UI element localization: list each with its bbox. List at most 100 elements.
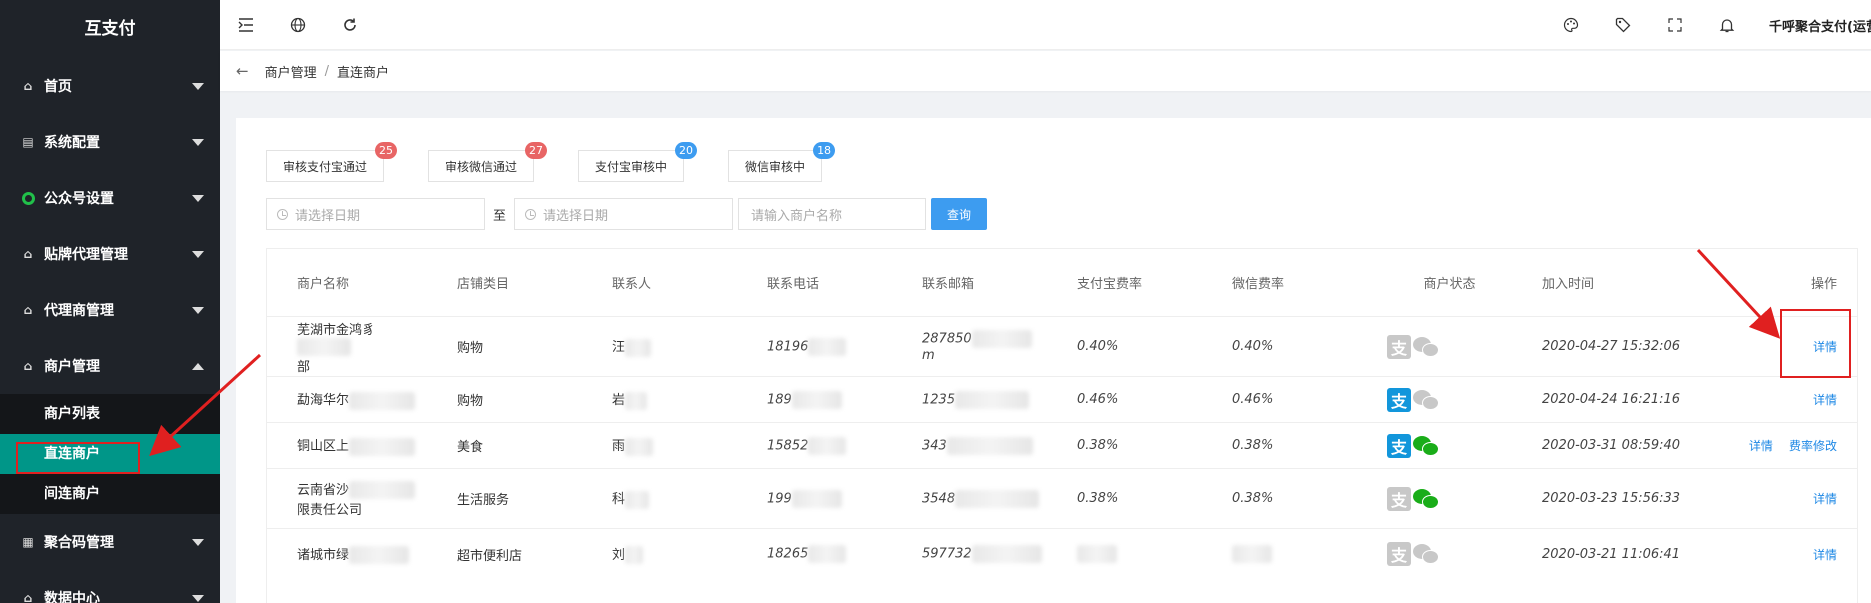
merchant-status-cell: 支 <box>1357 542 1512 566</box>
category-cell: 美食 <box>457 440 484 455</box>
chevron-up-icon <box>192 363 204 370</box>
wechat-icon <box>1413 542 1441 566</box>
table-row: 诸城市绿 超市便利店 刘 18265 597732 支 2020-03-21 1… <box>267 529 1857 579</box>
filter-bar: 请选择日期 至 请选择日期 请输入商户名称 查询 <box>266 198 988 230</box>
sidebar-item-merchant[interactable]: ⌂ 商户管理 <box>0 338 220 394</box>
tab-alipay-reviewing[interactable]: 支付宝审核中 20 <box>578 142 698 182</box>
user-menu[interactable]: 千呼聚合支付(运营 <box>1753 16 1871 35</box>
merchant-name-cell: 铜山区上 <box>267 435 427 456</box>
alipay-rate-cell: 0.38% <box>1077 491 1119 506</box>
end-date-input[interactable]: 请选择日期 <box>514 198 734 230</box>
actions-cell: 详情 <box>1712 546 1857 563</box>
contact-cell: 科 <box>582 488 737 509</box>
tab-wechat-reviewing[interactable]: 微信审核中 18 <box>728 142 836 182</box>
email-cell: 343 <box>892 436 1047 455</box>
content-card: 审核支付宝通过 25 审核微信通过 27 支付宝审核中 20 微信审核中 18 … <box>236 118 1871 603</box>
chevron-down-icon <box>192 139 204 146</box>
wechat-rate-cell <box>1202 545 1357 563</box>
details-link[interactable]: 详情 <box>1813 548 1837 562</box>
actions-cell: 详情 <box>1712 391 1857 408</box>
start-date-input[interactable]: 请选择日期 <box>266 198 485 230</box>
phone-cell: 18265 <box>737 545 892 563</box>
home-icon: ⌂ <box>23 359 33 373</box>
home-icon: ⌂ <box>23 247 33 261</box>
wechat-rate-cell: 0.40% <box>1232 339 1274 354</box>
sidebar-item-label: 贴牌代理管理 <box>44 247 128 263</box>
merchant-name-cell: 芜湖市金鸿豸 部 <box>267 319 427 375</box>
email-cell: 597732 <box>892 545 1047 563</box>
alipay-rate-cell: 0.40% <box>1077 339 1119 354</box>
chevron-down-icon <box>192 195 204 202</box>
tab-label: 微信审核中 <box>745 159 806 174</box>
alipay-icon: 支 <box>1387 486 1411 511</box>
sidebar-item-data-center[interactable]: ⌂ 数据中心 <box>0 570 220 603</box>
category-cell: 生活服务 <box>457 493 510 508</box>
merchant-name-cell: 勐海华尔 <box>267 389 427 410</box>
column-header: 操作 <box>1810 277 1837 292</box>
redacted-text <box>297 337 351 356</box>
breadcrumb-parent[interactable]: 商户管理 <box>265 62 317 81</box>
category-cell: 购物 <box>457 394 484 409</box>
wechat-icon <box>1413 487 1441 511</box>
contact-cell: 汪 <box>582 336 737 357</box>
column-header: 商户状态 <box>1423 277 1476 292</box>
sidebar-item-agent[interactable]: ⌂ 代理商管理 <box>0 282 220 338</box>
end-date-placeholder: 请选择日期 <box>543 208 609 224</box>
sidebar-item-system-config[interactable]: ▤ 系统配置 <box>0 114 220 170</box>
sidebar-item-label: 代理商管理 <box>44 303 114 319</box>
collapse-menu-icon[interactable] <box>220 0 272 50</box>
back-arrow-icon[interactable]: ← <box>236 62 249 80</box>
wechat-icon <box>1413 335 1441 359</box>
query-button[interactable]: 查询 <box>931 198 988 230</box>
join-time-cell: 2020-03-23 15:56:33 <box>1542 491 1681 506</box>
count-badge: 18 <box>813 142 836 159</box>
chevron-down-icon <box>192 539 204 546</box>
refresh-icon[interactable] <box>324 0 376 50</box>
breadcrumb-separator: / <box>324 63 329 79</box>
annotation-box-details <box>1780 309 1851 378</box>
column-header: 店铺类目 <box>457 277 510 292</box>
alipay-icon: 支 <box>1387 387 1411 412</box>
tab-wechat-approved[interactable]: 审核微信通过 27 <box>428 142 548 182</box>
merchant-status-cell: 支 <box>1357 433 1512 458</box>
globe-icon[interactable] <box>272 0 324 50</box>
contact-cell: 岩 <box>582 389 737 410</box>
tab-alipay-approved[interactable]: 审核支付宝通过 25 <box>266 142 398 182</box>
theme-icon[interactable] <box>1545 0 1597 50</box>
sidebar-item-label: 数据中心 <box>44 591 100 603</box>
details-link[interactable]: 详情 <box>1749 439 1773 453</box>
status-tabs: 审核支付宝通过 25 审核微信通过 27 支付宝审核中 20 微信审核中 18 <box>266 142 866 182</box>
details-link[interactable]: 详情 <box>1813 393 1837 407</box>
category-cell: 超市便利店 <box>457 548 523 564</box>
details-link[interactable]: 详情 <box>1813 492 1837 506</box>
chevron-down-icon <box>192 307 204 314</box>
sidebar-item-merchant-list[interactable]: 商户列表 <box>0 394 220 434</box>
circle-icon <box>20 190 36 206</box>
sidebar-item-label: 聚合码管理 <box>44 535 114 551</box>
chevron-down-icon <box>192 251 204 258</box>
tag-icon[interactable] <box>1597 0 1649 50</box>
merchant-name-cell: 云南省沙 限责任公司 <box>267 479 427 518</box>
sidebar-item-label: 公众号设置 <box>44 191 114 207</box>
sidebar-item-home[interactable]: ⌂ 首页 <box>0 58 220 114</box>
sidebar-item-indirect-merchant[interactable]: 间连商户 <box>0 474 220 514</box>
merchant-status-cell: 支 <box>1357 387 1512 412</box>
sidebar-item-qrcode[interactable]: ▦ 聚合码管理 <box>0 514 220 570</box>
phone-cell: 15852 <box>737 436 892 455</box>
bell-icon[interactable] <box>1701 0 1753 50</box>
count-badge: 27 <box>525 142 548 159</box>
merchant-name-input[interactable]: 请输入商户名称 <box>738 198 927 230</box>
merchant-status-cell: 支 <box>1357 334 1512 359</box>
tab-label: 审核微信通过 <box>445 159 518 174</box>
wechat-rate-cell: 0.38% <box>1232 438 1274 453</box>
sidebar-item-official-account[interactable]: 公众号设置 <box>0 170 220 226</box>
annotation-box-sidebar <box>16 442 140 474</box>
column-header: 联系邮箱 <box>922 277 975 292</box>
sidebar-item-oem-agent[interactable]: ⌂ 贴牌代理管理 <box>0 226 220 282</box>
alipay-rate-cell: 0.38% <box>1077 438 1119 453</box>
edit-rate-link[interactable]: 费率修改 <box>1789 439 1837 453</box>
table-row: 芜湖市金鸿豸 部 购物 汪 18196 287850 m 0.40% 0.40%… <box>267 317 1857 377</box>
sidebar-item-label: 系统配置 <box>44 135 100 151</box>
fullscreen-icon[interactable] <box>1649 0 1701 50</box>
phone-cell: 189 <box>737 390 892 409</box>
